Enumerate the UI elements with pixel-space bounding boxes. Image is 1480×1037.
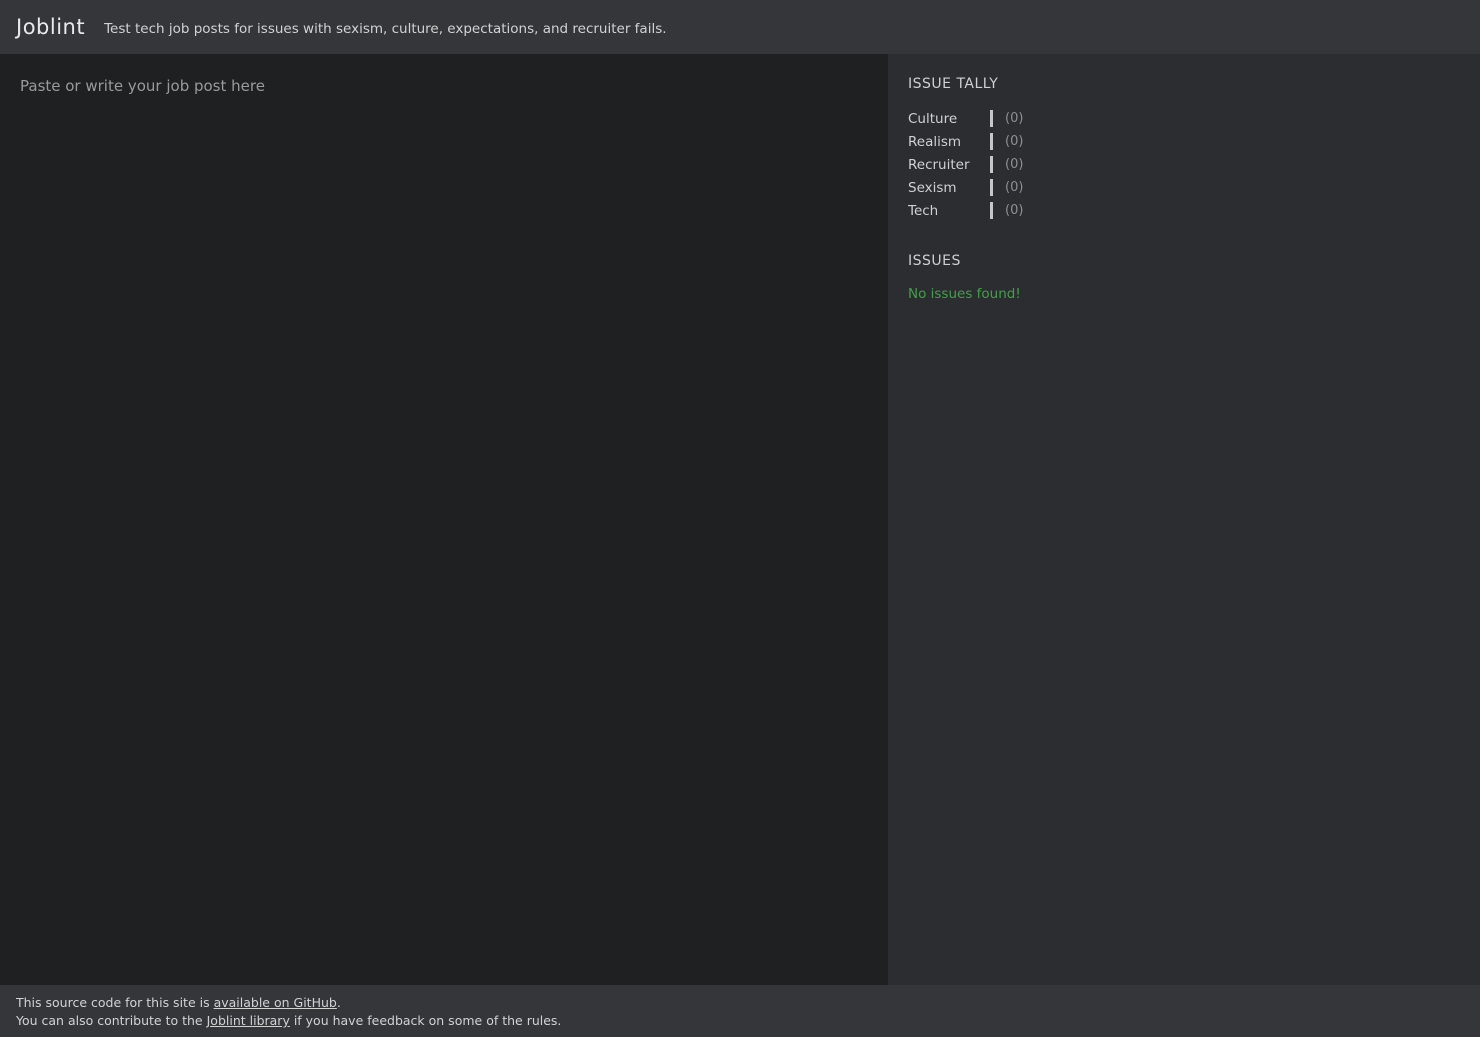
tally-label: Recruiter <box>908 156 970 173</box>
results-sidebar: ISSUE TALLY Culture (0) Realism (0) Recr… <box>888 54 1480 985</box>
app-title: Joblint <box>16 15 86 39</box>
tally-bar <box>990 202 993 219</box>
footer-line-2: You can also contribute to the Joblint l… <box>16 1012 1464 1030</box>
tally-label: Tech <box>908 202 939 219</box>
tally-count: (0) <box>1005 134 1024 149</box>
footer-text: You can also contribute to the <box>16 1013 207 1028</box>
tally-label: Realism <box>908 133 962 150</box>
issue-tally-heading: ISSUE TALLY <box>908 76 999 92</box>
tally-count: (0) <box>1005 203 1024 218</box>
tally-row-realism: Realism (0) <box>908 130 1460 153</box>
tally-row-culture: Culture (0) <box>908 107 1460 130</box>
joblint-library-link[interactable]: Joblint library <box>207 1013 290 1028</box>
tally-label: Sexism <box>908 179 957 196</box>
tally-row-sexism: Sexism (0) <box>908 176 1460 199</box>
footer-text: . <box>336 995 341 1010</box>
main-content: ISSUE TALLY Culture (0) Realism (0) Recr… <box>0 54 1480 985</box>
page-footer: This source code for this site is availa… <box>0 985 1480 1037</box>
tally-row-tech: Tech (0) <box>908 199 1460 222</box>
tally-count: (0) <box>1005 157 1024 172</box>
tally-bar <box>990 156 993 173</box>
issues-heading: ISSUES <box>908 253 961 269</box>
issue-tally-list: Culture (0) Realism (0) Recruiter (0) Se… <box>908 107 1460 222</box>
tally-bar <box>990 179 993 196</box>
app-subtitle: Test tech job posts for issues with sexi… <box>104 20 667 37</box>
footer-line-1: This source code for this site is availa… <box>16 994 1464 1012</box>
footer-text: This source code for this site is <box>16 995 214 1010</box>
tally-count: (0) <box>1005 180 1024 195</box>
tally-count: (0) <box>1005 111 1024 126</box>
editor-pane <box>0 54 888 985</box>
issues-empty-message: No issues found! <box>908 286 1021 302</box>
app-header: Joblint Test tech job posts for issues w… <box>0 0 1480 54</box>
tally-bar <box>990 133 993 150</box>
footer-text: if you have feedback on some of the rule… <box>289 1013 562 1028</box>
tally-bar <box>990 110 993 127</box>
github-link[interactable]: available on GitHub <box>214 995 337 1010</box>
tally-row-recruiter: Recruiter (0) <box>908 153 1460 176</box>
job-post-input[interactable] <box>0 54 888 985</box>
tally-label: Culture <box>908 110 958 127</box>
